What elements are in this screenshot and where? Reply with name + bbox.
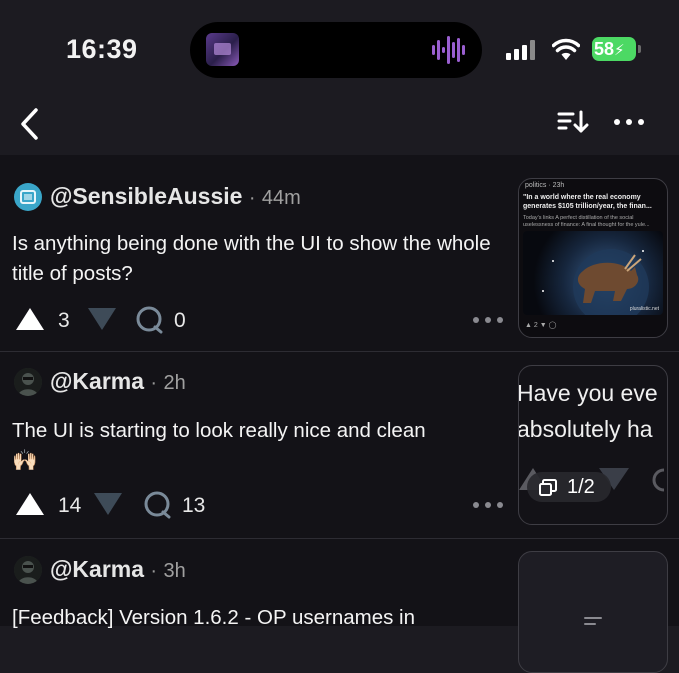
post-author-line[interactable]: @Karma · 3h [50,556,186,583]
separator-dot: · [248,187,256,209]
post-age: 44m [261,187,301,209]
back-chevron-icon[interactable] [16,104,46,144]
thumb-body: Today's links A perfect distillation of … [523,215,650,228]
text-post-icon [584,617,602,625]
avatar-image-icon [20,190,36,204]
thumb-source: pluralistic.net [629,306,659,312]
post-card[interactable]: @Karma · 2h The UI is starting to look r… [0,352,679,539]
cellular-signal-icon [506,40,535,60]
downvote-arrow-icon[interactable] [92,490,124,518]
comment-count: 13 [182,494,206,517]
avatar[interactable] [14,183,42,211]
now-playing-artwork [206,33,239,66]
post-thumbnail[interactable] [518,551,668,673]
post-thumbnail[interactable]: politics · 23h "In a world where the rea… [518,178,668,338]
sort-icon[interactable] [556,108,590,136]
separator-dot: · [150,372,158,394]
raised-hands-emoji: 🙌🏻 [12,449,38,472]
comment-bubble-icon[interactable] [142,490,172,520]
post-actions: 3 0 [14,305,474,337]
audio-waveform-icon [432,36,465,64]
thumb-category: politics · 23h [525,182,565,189]
upvote-arrow-icon[interactable] [14,490,46,518]
battery-level: 58 [594,39,615,59]
post-more-icon[interactable] [472,313,504,327]
battery-tip [638,45,641,53]
upvote-arrow-icon[interactable] [14,305,46,333]
upvote-count: 3 [58,309,70,332]
upvote-count: 14 [58,494,82,517]
avatar[interactable] [14,556,42,584]
thumb-headline: "In a world where the real economy gener… [523,194,652,210]
post-title[interactable]: [Feedback] Version 1.6.2 - OP usernames … [12,603,502,633]
post-title-text: The UI is starting to look really nice a… [12,419,426,442]
battery-indicator: 58⚡ [592,37,636,61]
thumb-text-line: Have you eve [518,380,658,406]
dynamic-island[interactable] [190,22,482,78]
post-author[interactable]: @SensibleAussie [50,183,242,209]
thumb-footer: ▲ 2 ▼ ◯ [525,322,557,329]
downvote-arrow-icon[interactable] [86,305,118,333]
post-title[interactable]: The UI is starting to look really nice a… [12,416,502,476]
thumb-text-line: absolutely ha [518,416,653,442]
post-thumbnail[interactable]: Have you eve absolutely ha 1/2 [518,365,668,525]
post-title[interactable]: Is anything being done with the UI to sh… [12,229,502,289]
post-more-icon[interactable] [472,498,504,512]
thumb-votes: 2 [533,322,538,329]
status-bar: 16:39 58⚡ [0,0,679,100]
navigation-bar [0,100,679,155]
bull-globe-illustration [542,249,649,315]
post-card[interactable]: @SensibleAussie · 44m Is anything being … [0,155,679,352]
avatar-image-icon [14,556,42,584]
post-author[interactable]: @Karma [50,368,144,394]
wifi-icon [552,38,580,60]
thumb-image: pluralistic.net [523,231,663,315]
image-count-badge: 1/2 [527,472,611,502]
post-author-line[interactable]: @SensibleAussie · 44m [50,183,301,210]
avatar-image-icon [14,368,42,396]
post-card[interactable]: @Karma · 3h [Feedback] Version 1.6.2 - O… [0,539,679,673]
status-time: 16:39 [66,34,138,64]
separator-dot: · [150,560,158,582]
charging-bolt-icon: ⚡ [614,42,625,59]
post-actions: 14 13 [14,490,474,522]
more-options-icon[interactable] [612,108,646,136]
comment-count: 0 [174,309,186,332]
post-feed: @SensibleAussie · 44m Is anything being … [0,155,679,673]
comment-bubble-icon[interactable] [134,305,164,335]
post-author[interactable]: @Karma [50,556,144,582]
gallery-icon [539,479,557,496]
avatar[interactable] [14,368,42,396]
image-count: 1/2 [567,476,595,498]
post-age: 2h [163,372,186,394]
post-age: 3h [163,560,186,582]
post-author-line[interactable]: @Karma · 2h [50,368,186,395]
